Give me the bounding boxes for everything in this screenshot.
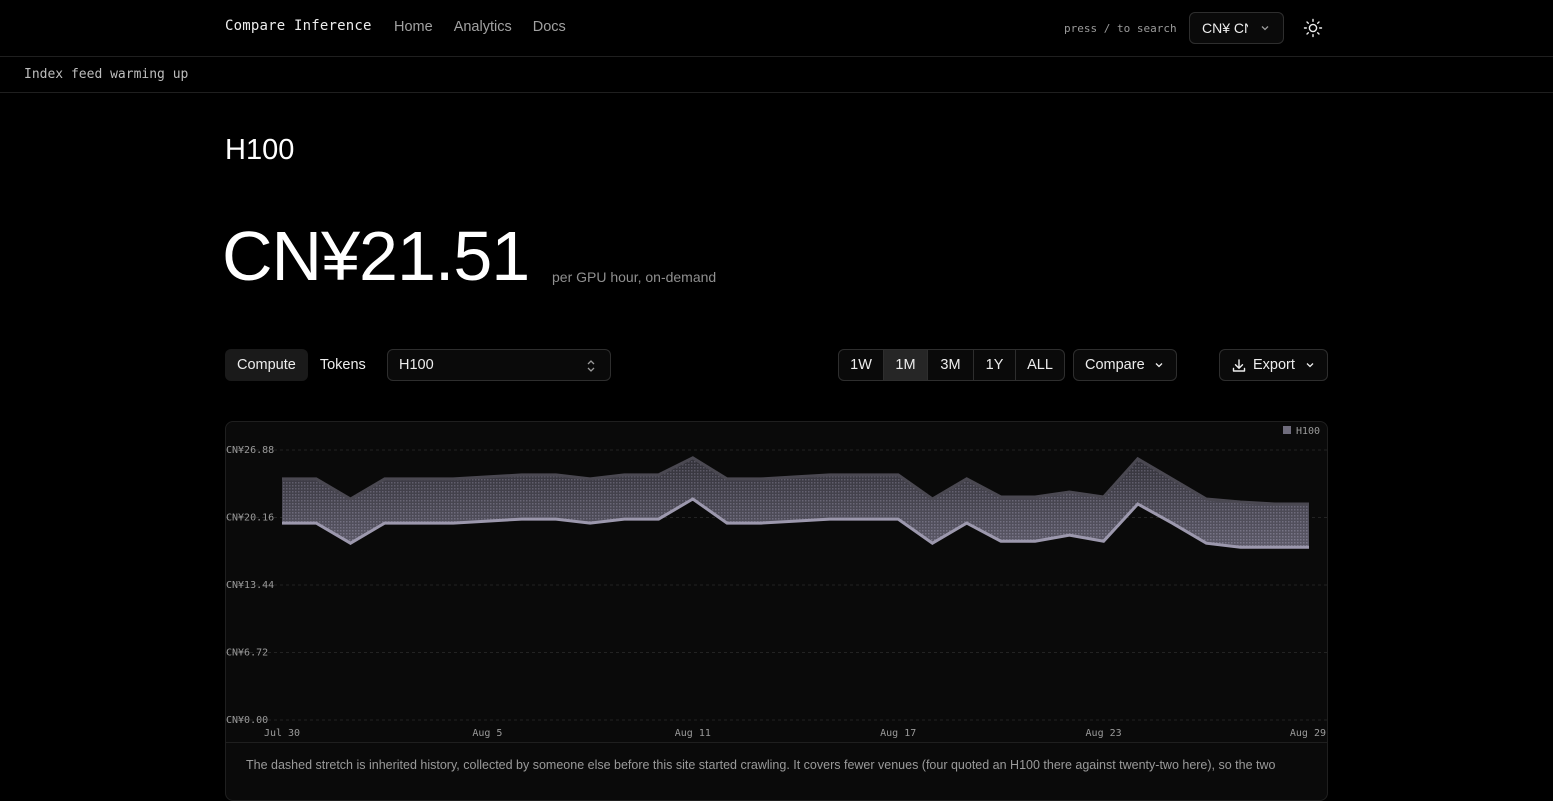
chart-footnote: The dashed stretch is inherited history,… [246,758,1276,772]
range-1w[interactable]: 1W [839,350,884,380]
status-banner: Index feed warming up [0,57,1553,93]
range-all[interactable]: ALL [1016,350,1064,380]
chevron-down-icon [1155,363,1163,368]
nav-link-home[interactable]: Home [394,19,433,35]
x-tick-label: Aug 29 [1290,728,1326,739]
x-tick-label: Aug 5 [472,728,502,739]
compare-button[interactable]: Compare [1073,349,1177,381]
y-tick-label: CN¥0.00 [226,715,268,726]
search-hint[interactable]: press / to search [1064,22,1177,35]
sun-icon[interactable] [1302,17,1324,39]
x-tick-label: Aug 17 [880,728,916,739]
price-chart-card: CN¥0.00 CN¥6.72 CN¥13.44 CN¥20.16 CN¥26.88 Ju… [225,421,1328,801]
kind-tabs: Compute Tokens [225,349,378,381]
brand-logo-text[interactable]: Compare Inference [225,18,372,34]
series-band-shade [282,457,1309,548]
legend-label-h100: H100 [1296,426,1320,437]
time-range-group: 1W 1M 3M 1Y ALL [838,349,1065,381]
price-history-chart[interactable]: CN¥0.00 CN¥6.72 CN¥13.44 CN¥20.16 CN¥26.88 Ju… [226,422,1328,742]
x-tick-label: Aug 11 [675,728,711,739]
x-tick-label: Aug 23 [1086,728,1122,739]
currency-value: CN¥ CNY [1202,20,1248,36]
model-select-value: H100 [399,357,434,373]
range-1y[interactable]: 1Y [974,350,1016,380]
nav-links: Home Analytics Docs [394,19,587,35]
export-button[interactable]: Export [1219,349,1328,381]
range-1m[interactable]: 1M [884,350,928,380]
chart-divider [226,742,1327,743]
chevron-down-icon [1306,363,1314,368]
model-select[interactable]: H100 [387,349,611,381]
chevrons-up-down-icon [587,360,595,372]
page-title: H100 [225,134,295,166]
y-tick-label: CN¥6.72 [226,648,268,659]
banner-text: Index feed warming up [24,67,189,82]
nav-link-analytics[interactable]: Analytics [454,19,512,35]
chevron-down-icon [1261,26,1269,31]
top-nav: Compare Inference Home Analytics Docs pr… [0,0,1553,57]
current-price: CN¥21.51 [222,217,530,295]
x-tick-label: Jul 30 [264,728,300,739]
y-tick-label: CN¥26.88 [226,445,274,456]
tab-compute[interactable]: Compute [225,349,308,381]
y-tick-label: CN¥20.16 [226,513,274,524]
tab-tokens[interactable]: Tokens [308,349,378,381]
price-unit: per GPU hour, on-demand [552,269,717,285]
download-icon [1232,359,1246,372]
range-3m[interactable]: 3M [928,350,974,380]
export-label: Export [1253,357,1295,373]
nav-link-docs[interactable]: Docs [533,19,566,35]
compare-label: Compare [1085,357,1145,373]
currency-select[interactable]: CN¥ CNY [1189,12,1284,44]
y-tick-label: CN¥13.44 [226,580,274,591]
legend-swatch-h100 [1283,426,1291,434]
